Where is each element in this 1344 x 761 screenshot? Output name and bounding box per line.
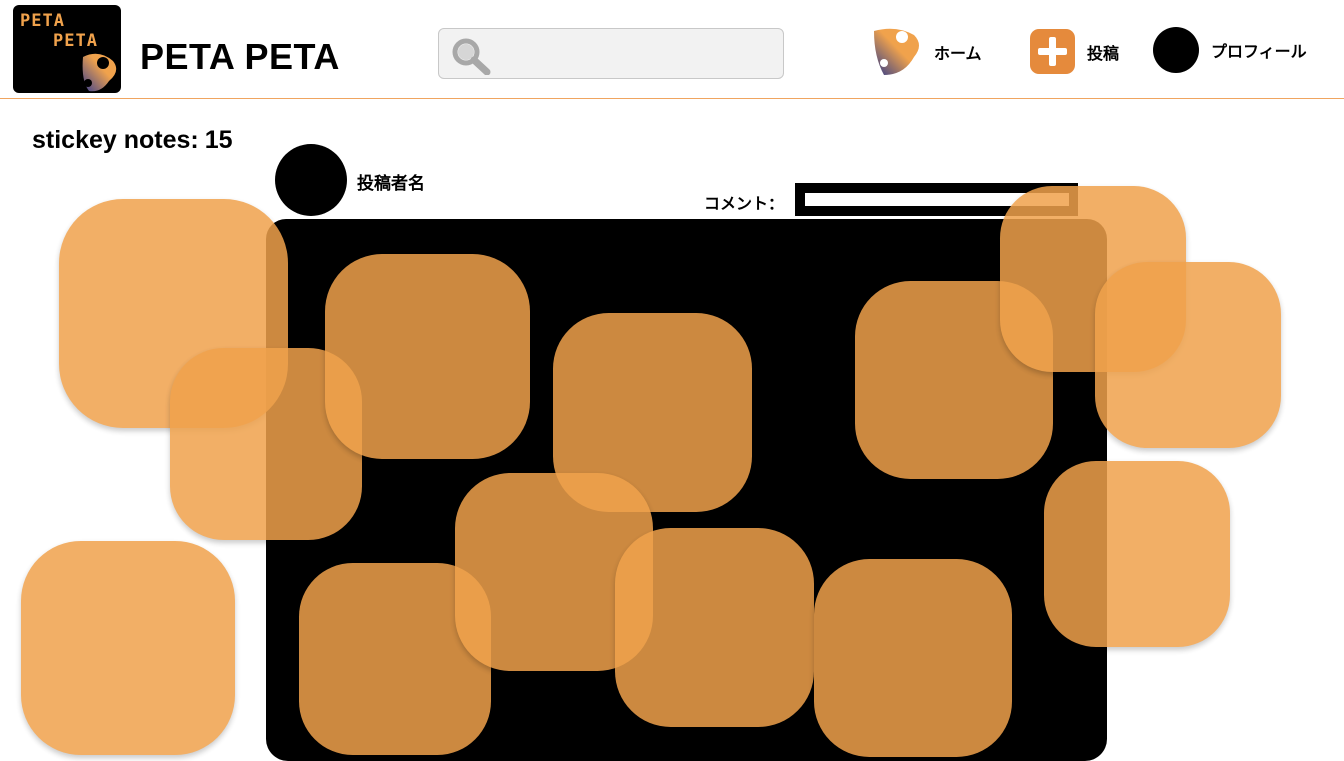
poster-avatar[interactable] <box>275 144 347 216</box>
nav-post[interactable]: 投稿 <box>1030 29 1119 74</box>
home-icon <box>874 28 919 75</box>
profile-avatar-icon <box>1153 27 1199 73</box>
sticky-note[interactable] <box>325 254 530 459</box>
nav-profile[interactable]: プロフィール <box>1153 27 1307 73</box>
nav-home-label: ホーム <box>934 44 982 63</box>
search-bar[interactable] <box>438 28 784 79</box>
sticky-count: stickey notes: 15 <box>26 126 233 155</box>
comment-label: コメント： <box>704 194 785 213</box>
nav-home[interactable]: ホーム <box>870 27 982 77</box>
logo-text-line2: PETA <box>53 31 98 51</box>
logo-text-line1: PETA <box>20 11 65 31</box>
search-icon <box>452 38 491 75</box>
logo-blob-icon <box>82 53 117 92</box>
sticky-note[interactable] <box>21 541 235 755</box>
sticky-note[interactable] <box>814 559 1012 757</box>
nav-profile-label: プロフィール <box>1211 42 1307 61</box>
sticky-count-value: 15 <box>204 126 233 154</box>
poster-name: 投稿者名 <box>357 174 425 194</box>
nav-post-label: 投稿 <box>1087 43 1120 63</box>
sticky-note[interactable] <box>615 528 814 727</box>
sticky-note[interactable] <box>1095 262 1281 448</box>
plus-icon <box>1030 29 1075 74</box>
search-input[interactable] <box>497 37 772 71</box>
app-title: PETA PETA <box>140 36 340 77</box>
app-header: PETA PETA PETA PETA ホーム 投稿 プロフィール <box>0 0 1344 99</box>
sticky-note[interactable] <box>1044 461 1230 647</box>
sticky-count-label: stickey notes: <box>32 126 199 154</box>
app-logo[interactable]: PETA PETA <box>13 5 121 93</box>
